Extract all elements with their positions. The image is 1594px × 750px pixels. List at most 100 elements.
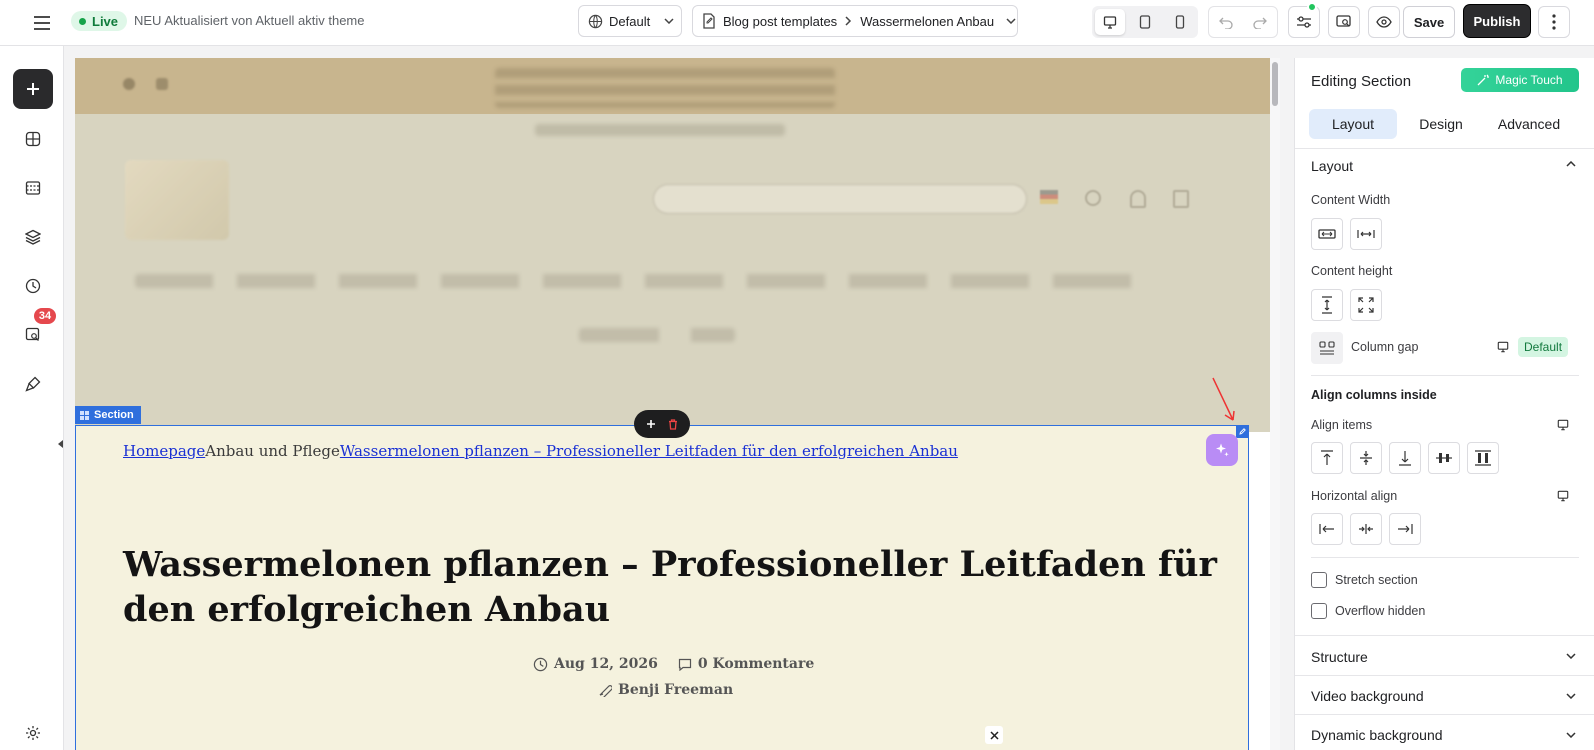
history-controls [1208, 6, 1278, 38]
clock-icon [533, 657, 548, 671]
justify-end-button[interactable] [1389, 513, 1421, 545]
preview-button[interactable] [1368, 6, 1400, 38]
dynamic-background-section-header[interactable]: Dynamic background [1311, 727, 1443, 743]
desktop-icon[interactable] [1557, 490, 1569, 502]
red-annotation-arrow-icon [1212, 377, 1235, 421]
social-icon [123, 78, 135, 90]
justify-start-button[interactable] [1311, 513, 1343, 545]
redo-button[interactable] [1249, 12, 1271, 34]
tablet-view-button[interactable] [1130, 9, 1160, 35]
add-section-button[interactable] [646, 419, 656, 429]
layout-section-header[interactable]: Layout [1311, 158, 1353, 174]
column-gap-icon [1319, 341, 1335, 355]
divider [1295, 714, 1594, 715]
tab-advanced[interactable]: Advanced [1485, 109, 1573, 139]
template-file-icon [702, 13, 716, 29]
paint-brush-icon [25, 376, 41, 392]
shipping-note-blurred [535, 124, 785, 136]
nav-links-blurred [579, 328, 735, 342]
device-switcher [1092, 6, 1198, 38]
mobile-icon [1175, 15, 1185, 29]
gear-icon [26, 726, 40, 740]
settings-button[interactable] [16, 716, 50, 750]
breadcrumb-category: Anbau und Pflege [205, 442, 340, 460]
content-height-full-button[interactable] [1350, 289, 1382, 321]
tab-design[interactable]: Design [1397, 109, 1485, 139]
breadcrumb-current-link[interactable]: Wassermelonen pflanzen – Professioneller… [340, 442, 958, 460]
chevron-down-icon[interactable] [1566, 653, 1576, 659]
templates-button[interactable] [16, 171, 50, 205]
magic-touch-button[interactable]: Magic Touch [1461, 68, 1579, 92]
align-stretch-button[interactable] [1467, 442, 1499, 474]
desktop-view-button[interactable] [1095, 9, 1125, 35]
post-meta-row: Aug 12, 2026 0 Kommentare [533, 656, 814, 672]
section-tag[interactable]: Section [75, 406, 141, 424]
undo-button[interactable] [1215, 12, 1237, 34]
content-width-full-button[interactable] [1350, 218, 1382, 250]
stretch-section-checkbox[interactable] [1311, 572, 1327, 588]
more-options-button[interactable] [1538, 6, 1570, 38]
close-popup-button[interactable] [985, 726, 1003, 744]
justify-center-button[interactable] [1350, 513, 1382, 545]
mobile-view-button[interactable] [1165, 9, 1195, 35]
live-status-badge: Live [71, 11, 128, 31]
content-height-auto-button[interactable] [1311, 289, 1343, 321]
content-width-boxed-button[interactable] [1311, 218, 1343, 250]
tab-layout[interactable]: Layout [1309, 109, 1397, 139]
desktop-icon[interactable] [1557, 419, 1569, 431]
search-preview-button[interactable] [1328, 6, 1360, 38]
content-width-label: Content Width [1311, 193, 1391, 207]
collapse-rail-handle[interactable] [57, 436, 64, 454]
layers-button[interactable] [16, 220, 50, 254]
delete-section-button[interactable] [668, 418, 678, 430]
canvas-scrollbar[interactable] [1270, 58, 1280, 750]
locale-value: Default [609, 13, 651, 29]
panel-title: Editing Section [1311, 73, 1412, 90]
notification-dot [1307, 2, 1317, 12]
announcement-text-blurred [495, 68, 835, 108]
chevron-right-icon [845, 16, 852, 26]
overflow-hidden-checkbox[interactable] [1311, 603, 1327, 619]
store-logo [125, 160, 229, 240]
magic-touch-label: Magic Touch [1495, 73, 1563, 87]
breadcrumb: HomepageAnbau und PflegeWassermelonen pf… [123, 442, 958, 460]
canvas-scroll-thumb[interactable] [1272, 62, 1278, 106]
divider [1295, 148, 1594, 149]
column-gap-value[interactable]: Default [1518, 337, 1569, 357]
publish-button[interactable]: Publish [1464, 5, 1530, 37]
divider [1295, 675, 1594, 676]
chevron-up-icon[interactable] [1566, 161, 1576, 167]
theme-name: NEU Aktualisiert von Aktuell aktiv theme [134, 13, 365, 28]
ai-sparkle-button[interactable] [1206, 434, 1238, 466]
chevron-down-icon[interactable] [1566, 732, 1576, 738]
align-bottom-button[interactable] [1389, 442, 1421, 474]
column-gap-button[interactable] [1311, 332, 1343, 364]
history-button[interactable] [16, 269, 50, 303]
stretch-section-label: Stretch section [1335, 573, 1418, 587]
chevron-down-icon [664, 18, 674, 24]
desktop-icon[interactable] [1497, 341, 1509, 353]
post-author-row: Benji Freeman [598, 682, 733, 698]
menu-icon[interactable] [30, 11, 54, 35]
section-settings-panel: Editing Section Magic Touch Layout Desig… [1294, 58, 1594, 750]
align-baseline-button[interactable] [1428, 442, 1460, 474]
edit-section-handle[interactable] [1236, 425, 1249, 438]
sparkle-icon [1216, 443, 1229, 457]
locale-select[interactable]: Default [578, 5, 682, 37]
post-comments[interactable]: 0 Kommentare [698, 656, 814, 672]
chevron-down-icon[interactable] [1566, 693, 1576, 699]
fullscreen-icon [1358, 297, 1374, 313]
template-select[interactable]: Blog post templates Wassermelonen Anbau [692, 5, 1018, 37]
top-toolbar: Live NEU Aktualisiert von Aktuell aktiv … [0, 0, 1594, 46]
brush-tool-button[interactable] [16, 367, 50, 401]
video-background-section-header[interactable]: Video background [1311, 688, 1424, 704]
breadcrumb-home-link[interactable]: Homepage [123, 442, 205, 460]
redo-icon [1253, 17, 1267, 29]
sections-button[interactable] [16, 122, 50, 156]
save-button[interactable]: Save [1403, 6, 1455, 38]
align-center-button[interactable] [1350, 442, 1382, 474]
issues-count-badge: 34 [34, 308, 56, 324]
structure-section-header[interactable]: Structure [1311, 649, 1368, 665]
add-element-button[interactable] [13, 69, 53, 109]
align-top-button[interactable] [1311, 442, 1343, 474]
